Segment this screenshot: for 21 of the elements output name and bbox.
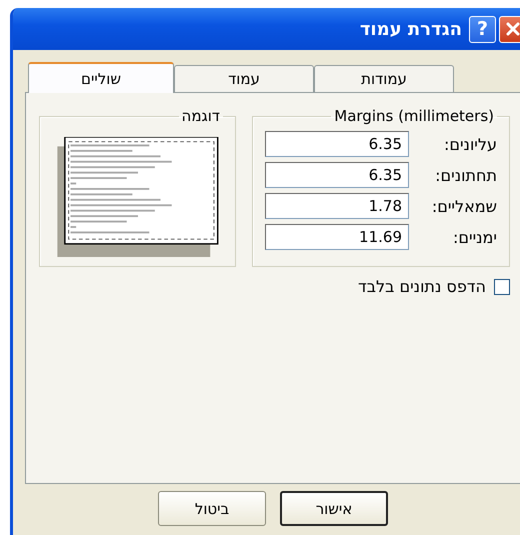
dialog-button[interactable]: אישור xyxy=(280,491,388,526)
tab[interactable]: עמוד xyxy=(174,65,314,92)
close-icon xyxy=(506,22,520,36)
group-title: Margins (millimeters) xyxy=(333,107,495,125)
help-button[interactable]: ? xyxy=(469,16,496,42)
input-field[interactable]: 6.35 xyxy=(265,131,409,157)
tab[interactable]: עמודות xyxy=(314,65,454,92)
input-field[interactable]: 11.69 xyxy=(265,224,409,250)
close-button[interactable] xyxy=(499,16,520,42)
input-field[interactable]: 1.78 xyxy=(265,193,409,219)
field-label: שמאליים: xyxy=(432,196,497,216)
dialog-button[interactable]: ביטול xyxy=(158,491,266,526)
checkbox-label: הדפס נתונים בלבד xyxy=(358,277,486,296)
field-label: עליונים: xyxy=(444,134,497,154)
field-label: ימניים: xyxy=(452,228,497,246)
input-field[interactable]: 6.35 xyxy=(265,162,409,188)
window-title: הגדרת עמוד xyxy=(360,18,462,40)
tab[interactable]: שוליים xyxy=(28,62,174,93)
group-title: דוגמה xyxy=(180,107,221,125)
field-label: תחתונים: xyxy=(435,166,497,184)
checkbox[interactable] xyxy=(494,278,510,294)
